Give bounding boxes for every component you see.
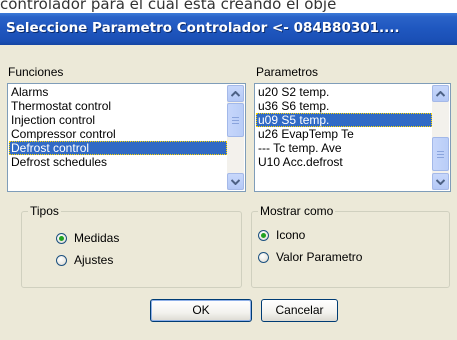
grip-line — [437, 157, 444, 158]
list-item[interactable]: U10 Acc.defrost — [256, 155, 432, 169]
radio-label: Valor Parametro — [276, 250, 363, 264]
radio-unchecked-icon[interactable] — [258, 251, 269, 263]
list-item-selected[interactable]: u09 S5 temp. — [256, 113, 432, 127]
radio-checked-icon[interactable] — [258, 229, 269, 241]
list-item[interactable]: Defrost schedules — [9, 155, 227, 169]
list-item[interactable]: Injection control — [9, 113, 227, 127]
grip-line — [232, 117, 239, 118]
funciones-listbox[interactable]: Alarms Thermostat control Injection cont… — [7, 83, 246, 192]
scroll-down-button[interactable] — [227, 173, 244, 190]
grip-line — [437, 151, 444, 152]
list-item[interactable]: u36 S6 temp. — [256, 99, 432, 113]
list-item[interactable]: Thermostat control — [9, 99, 227, 113]
list-item[interactable]: u26 EvapTemp Te — [256, 127, 432, 141]
tipos-title: Tipos — [28, 204, 61, 218]
scroll-down-button[interactable] — [432, 173, 449, 190]
radio-valor-parametro[interactable]: Valor Parametro — [258, 249, 362, 265]
radio-ajustes[interactable]: Ajustes — [56, 252, 113, 268]
dialog-window: Seleccione Parametro Controlador <- 084B… — [0, 13, 457, 340]
funciones-label: Funciones — [8, 65, 64, 79]
scroll-up-button[interactable] — [432, 85, 449, 102]
list-item[interactable]: --- Tc temp. Ave — [256, 141, 432, 155]
window-title: Seleccione Parametro Controlador <- 084B… — [0, 13, 457, 45]
parametros-scrollbar[interactable] — [432, 85, 449, 190]
grip-line — [232, 120, 239, 121]
parametros-items: u20 S2 temp. u36 S6 temp. u09 S5 temp. u… — [256, 85, 432, 190]
funciones-items: Alarms Thermostat control Injection cont… — [9, 85, 227, 190]
list-item-selected[interactable]: Defrost control — [9, 141, 227, 155]
radio-checked-icon[interactable] — [56, 232, 67, 244]
list-item[interactable]: Alarms — [9, 85, 227, 99]
radio-unchecked-icon[interactable] — [56, 254, 67, 266]
cancel-button[interactable]: Cancelar — [261, 299, 338, 322]
grip-line — [232, 123, 239, 124]
parametros-listbox[interactable]: u20 S2 temp. u36 S6 temp. u09 S5 temp. u… — [254, 83, 451, 192]
scroll-thumb[interactable] — [432, 137, 449, 171]
background-window-text: controlador para el cual está creando el… — [0, 0, 337, 13]
radio-label: Medidas — [74, 231, 120, 245]
ok-button[interactable]: OK — [150, 299, 252, 322]
chevron-up-icon — [231, 90, 240, 97]
list-item[interactable]: u20 S2 temp. — [256, 85, 432, 99]
mostrar-como-group: Mostrar como Icono Valor Parametro — [251, 204, 450, 288]
parametros-label: Parametros — [256, 65, 319, 79]
chevron-down-icon — [231, 178, 240, 185]
radio-medidas[interactable]: Medidas — [56, 230, 119, 246]
radio-label: Ajustes — [74, 253, 114, 267]
grip-line — [437, 154, 444, 155]
radio-icono[interactable]: Icono — [258, 227, 305, 243]
radio-label: Icono — [276, 228, 306, 242]
scroll-thumb[interactable] — [227, 103, 244, 137]
chevron-up-icon — [436, 90, 445, 97]
scroll-up-button[interactable] — [227, 85, 244, 102]
list-item[interactable]: Compressor control — [9, 127, 227, 141]
tipos-group: Tipos Medidas Ajustes — [21, 204, 242, 288]
chevron-down-icon — [436, 178, 445, 185]
mostrar-como-title: Mostrar como — [258, 204, 336, 218]
funciones-scrollbar[interactable] — [227, 85, 244, 190]
